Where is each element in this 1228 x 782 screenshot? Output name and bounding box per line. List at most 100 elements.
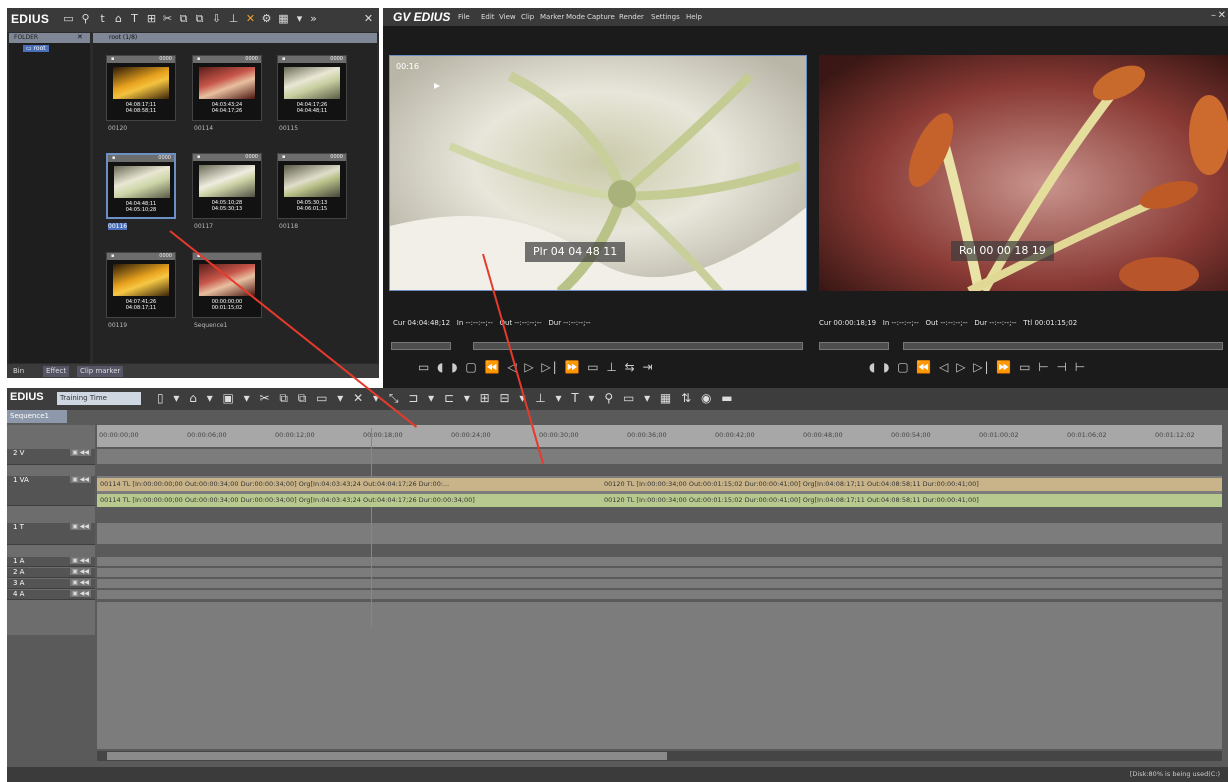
track-header[interactable]: 4 A ▣ ◀◀ [7,590,95,600]
track-toggle[interactable]: ▣ ◀◀ [70,523,91,530]
menu-item[interactable]: Help [686,13,702,21]
paste-icon[interactable]: ⧉ [193,13,206,25]
menu-item[interactable]: Capture [587,13,615,21]
track-label: 2 A [13,568,25,576]
new-sequence-icon[interactable]: ⌂ [112,13,125,25]
track-header[interactable]: 1 A ▣ ◀◀ [7,557,95,567]
folder-view-icon[interactable]: ▭ [62,13,75,25]
audio-clip-00114[interactable]: 00114 TL [In:00:00:00;00 Out:00:00:34;00… [97,494,601,507]
clip-badge-text: 0000 [159,253,172,259]
recorder-controls[interactable]: ◖ ◗ ▢ ⏪ ◁ ▷ ▷| ⏩ ▭ ⊢ ⊣ ⊢ [869,360,1087,374]
tab-clip-marker[interactable]: Clip marker [77,366,124,377]
bin-app-logo: EDIUS [11,12,50,26]
view-mode-icon[interactable]: ▦ [277,13,290,25]
scrollbar-thumb[interactable] [107,752,667,760]
add-to-timeline-icon[interactable]: ⇩ [210,13,223,25]
clip-name[interactable]: 00117 [194,223,213,230]
empty-track-area[interactable] [97,602,1222,750]
track-header[interactable]: 1 T ▣ ◀◀ [7,523,95,545]
ruler-tick: 00:00:48;00 [803,431,843,439]
recorder-scrubber[interactable] [903,342,1223,350]
track-toggle[interactable]: ▣ ◀◀ [70,449,91,456]
track-header[interactable]: 2 V ▣ ◀◀ [7,449,95,465]
timeline-scrollbar[interactable] [97,751,1222,761]
insert-icon[interactable]: ⊥ [227,13,240,25]
recorder-shuttle[interactable] [819,342,889,350]
folder-close-icon[interactable]: ✕ [77,33,83,41]
track-header[interactable]: 1 VA ▣ ◀◀ [7,476,95,506]
menu-item[interactable]: View [499,13,516,21]
minimize-icon[interactable]: – [1211,10,1216,21]
track-toggle[interactable]: ▣ ◀◀ [70,568,91,575]
menu-item[interactable]: Clip [521,13,534,21]
track-header[interactable]: 3 A ▣ ◀◀ [7,579,95,589]
up-folder-icon[interactable]: t [96,13,109,25]
clip-thumbnail[interactable]: ▪ 0000 04:04:17;26 04:04:48;11 [277,55,347,121]
clip-badge-text: 0000 [330,154,343,160]
clip-thumbnail[interactable]: ▪ 0000 04:08:17;11 04:08:58;11 [106,55,176,121]
menu-item[interactable]: Mode [566,13,585,21]
delete-icon[interactable]: ✕ [244,13,257,25]
track-toggle[interactable]: ▣ ◀◀ [70,590,91,597]
track-lane[interactable] [97,557,1222,567]
clip-thumbnail[interactable]: ▪ 0000 04:03:43;24 04:04:17;26 [192,55,262,121]
recorder-monitor[interactable]: Rol 00 00 18 19 [819,55,1228,291]
more-icon[interactable]: » [307,13,320,25]
tab-sequence1[interactable]: Sequence1 [7,410,67,423]
time-ruler[interactable]: 00:00:00;00 00:00:06;00 00:00:12;00 00:00:1… [97,425,1222,447]
clip-name[interactable]: 00119 [108,322,127,329]
menu-item[interactable]: Marker [540,13,564,21]
clip-name[interactable]: 00116 [108,223,128,230]
ruler-tick: 00:00:00;00 [99,431,139,439]
track-lane[interactable] [97,568,1222,578]
track-toggle[interactable]: ▣ ◀◀ [70,557,91,564]
clip-thumbnail[interactable]: ▪ 00:00:00;00 00:01:15;02 [192,252,262,318]
clip-name[interactable]: 00115 [279,125,298,132]
clip-image [199,165,255,197]
menu-item[interactable]: File [458,13,470,21]
clip-thumbnail[interactable]: ▪ 0000 04:04:48;11 04:05:10;28 [106,153,176,219]
clip-badge: ▪ 0000 [108,155,174,162]
player-controls[interactable]: ▭ ◖ ◗ ▢ ⏪ ◁ ▷ ▷| ⏩ ▭ ⊥ ⇆ ⇥ [418,360,655,374]
title-icon[interactable]: T [128,13,141,25]
copy-icon[interactable]: ⧉ [177,13,190,25]
dropdown-icon[interactable]: ▾ [293,13,306,25]
clip-name[interactable]: 00118 [279,223,298,230]
window-close-icon[interactable]: ✕ [1218,10,1226,21]
player-monitor[interactable]: 00:16 Plr 04 04 48 11 [389,55,807,291]
close-icon[interactable]: ✕ [362,13,375,25]
properties-icon[interactable]: ⚙ [260,13,273,25]
track-lane[interactable] [97,449,1222,465]
track-toggle[interactable]: ▣ ◀◀ [70,579,91,586]
menu-item[interactable]: Edit [481,13,495,21]
menu-item[interactable]: Settings [651,13,680,21]
clip-thumbnail[interactable]: ▪ 0000 04:05:10;28 04:05:30;13 [192,153,262,219]
folder-root-item[interactable]: ▭ root [23,45,49,52]
track-lane[interactable] [97,590,1222,600]
clip-name[interactable]: 00114 [194,125,213,132]
track-lane[interactable] [97,579,1222,589]
tab-effect[interactable]: Effect [43,366,70,377]
track-header[interactable]: 2 A ▣ ◀◀ [7,568,95,578]
track-lane[interactable] [97,523,1222,545]
menu-item[interactable]: Render [619,13,644,21]
player-shuttle[interactable] [391,342,451,350]
video-clip-00120[interactable]: 00120 TL [In:00:00:34;00 Out:00:01:15;02… [601,478,1222,491]
cut-icon[interactable]: ✂ [161,13,174,25]
timeline-tools[interactable]: ▯ ▾ ⌂ ▾ ▣ ▾ ✂ ⧉ ⧉ ▭ ▾ ✕ ▾ ⤡ ⊐ ▾ ⊏ ▾ ⊞ ⊟ … [157,391,736,406]
clip-name[interactable]: Sequence1 [194,322,227,329]
clip-thumbnail[interactable]: ▪ 0000 04:05:30;13 04:06:01;15 [277,153,347,219]
player-scrubber[interactable] [473,342,803,350]
capture-icon[interactable]: ⊞ [145,13,158,25]
clip-badge-text: 0000 [330,56,343,62]
audio-clip-00120[interactable]: 00120 TL [In:00:00:34;00 Out:00:01:15;02… [601,494,1222,507]
tab-bin[interactable]: Bin [10,366,27,377]
clip-badge: ▪ 0000 [193,56,261,63]
clip-name[interactable]: 00120 [108,125,127,132]
clip-thumbnail[interactable]: ▪ 0000 04:07:41;26 04:08:17;11 [106,252,176,318]
track-toggle[interactable]: ▣ ◀◀ [70,476,91,483]
search-icon[interactable]: ⚲ [79,13,92,25]
track-label: 1 A [13,557,25,565]
video-clip-00114[interactable]: 00114 TL [In:00:00:00;00 Out:00:00:34;00… [97,478,601,491]
timeline-cursor[interactable] [371,428,372,628]
